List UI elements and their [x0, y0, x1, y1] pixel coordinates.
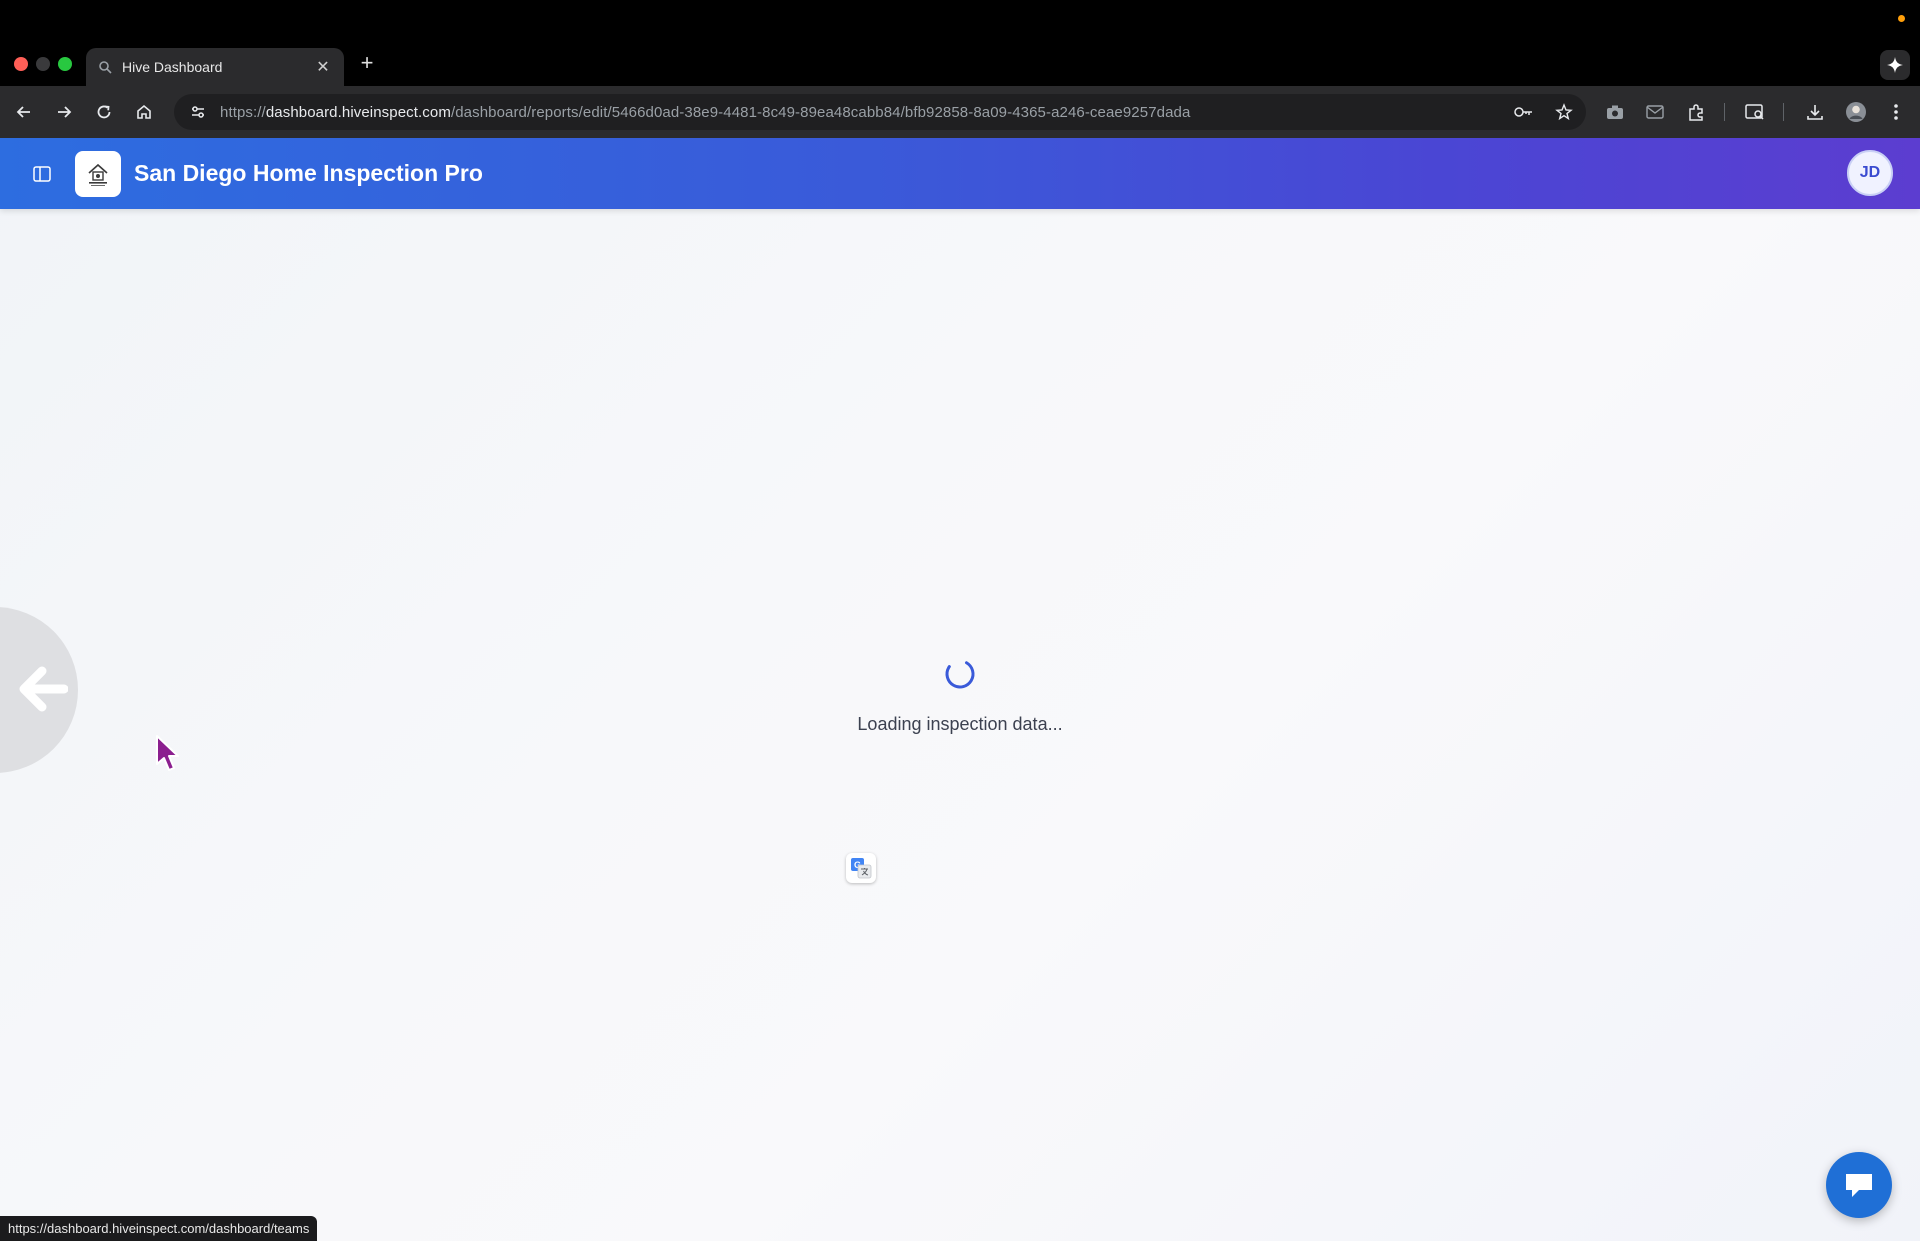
window-minimize-button[interactable]	[36, 57, 50, 71]
window-close-button[interactable]	[14, 57, 28, 71]
password-key-icon[interactable]	[1512, 100, 1536, 124]
profile-avatar-icon[interactable]	[1842, 98, 1870, 126]
back-navigation-overlay	[0, 607, 78, 773]
window-zoom-button[interactable]	[58, 57, 72, 71]
reading-mode-icon[interactable]	[1741, 98, 1769, 126]
loading-spinner-icon	[945, 659, 975, 689]
site-info-icon[interactable]	[188, 102, 208, 122]
link-hover-status-bar: https://dashboard.hiveinspect.com/dashbo…	[0, 1216, 318, 1241]
extensions-puzzle-icon[interactable]	[1682, 98, 1710, 126]
url-host: dashboard.hiveinspect.com	[265, 103, 451, 121]
sidebar-toggle-icon[interactable]	[30, 162, 54, 186]
url-text: https://dashboard.hiveinspect.com/dashbo…	[220, 104, 1190, 121]
company-logo[interactable]	[75, 151, 121, 197]
company-name: San Diego Home Inspection Pro	[134, 160, 483, 186]
page-viewport: San Diego Home Inspection Pro JD Loading…	[0, 138, 1920, 1241]
new-tab-button[interactable]: +	[356, 50, 378, 76]
tab-favicon-icon	[98, 60, 112, 74]
home-button[interactable]	[130, 98, 158, 126]
chat-support-button[interactable]	[1826, 1152, 1892, 1218]
address-bar[interactable]: https://dashboard.hiveinspect.com/dashbo…	[174, 94, 1586, 130]
mouse-cursor-icon	[156, 735, 179, 771]
download-icon[interactable]	[1801, 98, 1829, 126]
camera-extension-icon[interactable]	[1601, 98, 1629, 126]
tab-close-icon[interactable]: ✕	[314, 57, 332, 77]
reload-button[interactable]	[90, 98, 118, 126]
bookmark-star-icon[interactable]	[1552, 100, 1576, 124]
app-header: San Diego Home Inspection Pro JD	[0, 138, 1920, 209]
mail-extension-icon[interactable]	[1641, 98, 1669, 126]
recording-indicator	[1898, 15, 1905, 22]
browser-menu-icon[interactable]	[1882, 98, 1910, 126]
forward-button[interactable]	[50, 98, 78, 126]
gemini-icon[interactable]	[1880, 50, 1910, 80]
toolbar-separator	[1783, 103, 1784, 121]
back-arrow-icon	[19, 666, 68, 712]
tab-title: Hive Dashboard	[122, 59, 223, 75]
url-path: /dashboard/reports/edit/5466d0ad-38e9-44…	[450, 103, 1191, 121]
chat-bubble-icon	[1846, 1174, 1872, 1197]
browser-tab-active[interactable]: Hive Dashboard ✕	[86, 48, 344, 86]
browser-tabstrip: Hive Dashboard ✕ +	[0, 0, 1920, 86]
toolbar-separator	[1724, 103, 1725, 121]
google-translate-icon[interactable]: G	[846, 853, 876, 883]
loading-message: Loading inspection data...	[857, 714, 1063, 734]
url-scheme: https://	[220, 103, 266, 121]
back-button[interactable]	[10, 98, 38, 126]
user-avatar[interactable]: JD	[1847, 150, 1893, 196]
